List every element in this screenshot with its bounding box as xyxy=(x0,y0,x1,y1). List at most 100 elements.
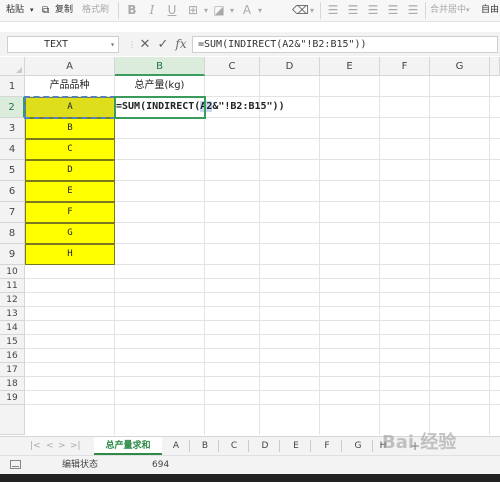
gridline xyxy=(25,404,500,405)
formula-input[interactable]: =SUM(INDIRECT(A2&"!B2:B15")) xyxy=(192,36,498,53)
row-header-16[interactable]: 16 xyxy=(0,349,25,363)
cell-b1[interactable]: 总产量(kg) xyxy=(115,76,204,96)
tab-divider xyxy=(248,440,249,452)
row-header-15[interactable]: 15 xyxy=(0,335,25,349)
sheet-tab-b[interactable]: B xyxy=(194,437,216,455)
sheet-tab-total[interactable]: 总产量求和 xyxy=(94,437,162,455)
wrap-text-button[interactable]: 自由 xyxy=(481,2,499,19)
align-right-icon[interactable]: ☰ xyxy=(366,2,380,19)
prev-sheet-icon[interactable]: < xyxy=(46,437,54,455)
row-header-6[interactable]: 6 xyxy=(0,181,25,202)
row-header-13[interactable]: 13 xyxy=(0,307,25,321)
row-header-4[interactable]: 4 xyxy=(0,139,25,160)
cell-a6[interactable]: E xyxy=(25,181,115,202)
gridline xyxy=(319,76,320,435)
align-center-icon[interactable]: ☰ xyxy=(346,2,360,19)
border-icon[interactable]: ⊞ xyxy=(186,2,200,19)
font-color-icon[interactable]: A xyxy=(240,2,254,19)
chevron-down-icon[interactable]: ▾ xyxy=(256,2,264,19)
name-box[interactable]: TEXT ▾ xyxy=(7,36,119,53)
copy-button[interactable]: 复制 xyxy=(55,2,73,19)
merge-center-button[interactable]: 合并居中 xyxy=(430,2,466,19)
chevron-down-icon[interactable]: ▾ xyxy=(30,2,34,19)
column-header-b[interactable]: B xyxy=(115,57,205,76)
cell-a8[interactable]: G xyxy=(25,223,115,244)
row-header-1[interactable]: 1 xyxy=(0,76,25,97)
tab-divider xyxy=(279,440,280,452)
column-header-g[interactable]: G xyxy=(430,57,490,76)
sheet-tab-g[interactable]: G xyxy=(347,437,369,455)
next-sheet-icon[interactable]: > xyxy=(58,437,66,455)
cell-a4[interactable]: C xyxy=(25,139,115,160)
row-header-5[interactable]: 5 xyxy=(0,160,25,181)
cell-a7[interactable]: F xyxy=(25,202,115,223)
cell-a9[interactable]: H xyxy=(25,244,115,265)
distributed-icon[interactable]: ☰ xyxy=(406,2,420,19)
select-all-corner[interactable] xyxy=(0,57,25,76)
row-header-9[interactable]: 9 xyxy=(0,244,25,265)
column-header-e[interactable]: E xyxy=(320,57,380,76)
gridline xyxy=(25,278,500,279)
column-header-h[interactable] xyxy=(490,57,500,76)
sheet-tab-e[interactable]: E xyxy=(285,437,307,455)
drag-handle-icon[interactable]: ⋮ xyxy=(128,36,136,53)
status-bar: 编辑状态 694 xyxy=(0,455,500,474)
gridline xyxy=(25,390,500,391)
row-header-17[interactable]: 17 xyxy=(0,363,25,377)
sheet-tab-d[interactable]: D xyxy=(254,437,276,455)
gridline xyxy=(25,362,500,363)
gridline xyxy=(429,76,430,435)
row-header-18[interactable]: 18 xyxy=(0,377,25,391)
row-header-14[interactable]: 14 xyxy=(0,321,25,335)
macro-record-icon[interactable] xyxy=(10,460,21,469)
spreadsheet-grid: A B C D E F G 1 2 3 4 5 6 7 8 9 10 11 12… xyxy=(0,57,500,435)
paste-button[interactable]: 粘贴 xyxy=(6,2,24,19)
chevron-down-icon[interactable]: ▾ xyxy=(228,2,236,19)
sheet-tab-f[interactable]: F xyxy=(316,437,338,455)
cell-a1[interactable]: 产品品种 xyxy=(25,76,114,96)
chevron-down-icon[interactable]: ▾ xyxy=(110,37,115,52)
enter-icon[interactable]: ✓ xyxy=(156,36,170,53)
fill-color-icon[interactable]: ◪ xyxy=(212,2,226,19)
first-sheet-icon[interactable]: |< xyxy=(30,437,41,455)
toolbar-divider xyxy=(118,2,119,19)
clear-format-icon[interactable]: ⌫ xyxy=(292,2,309,19)
row-header-12[interactable]: 12 xyxy=(0,293,25,307)
gridline xyxy=(259,76,260,435)
insert-function-icon[interactable]: fx xyxy=(173,36,189,53)
cell-a5[interactable]: D xyxy=(25,160,115,181)
row-header-3[interactable]: 3 xyxy=(0,118,25,139)
status-value: 694 xyxy=(152,460,170,470)
row-header-2[interactable]: 2 xyxy=(0,97,25,118)
bold-button[interactable]: B xyxy=(126,2,138,19)
toolbar-divider xyxy=(320,2,321,19)
gridline xyxy=(379,76,380,435)
copy-icon[interactable]: ⧉ xyxy=(42,2,49,19)
italic-button[interactable]: I xyxy=(146,2,158,19)
cancel-icon[interactable]: ✕ xyxy=(138,36,152,53)
column-header-f[interactable]: F xyxy=(380,57,430,76)
chevron-down-icon[interactable]: ▾ xyxy=(202,2,210,19)
underline-button[interactable]: U xyxy=(166,2,178,19)
sheet-tab-a[interactable]: A xyxy=(165,437,187,455)
row-header-8[interactable]: 8 xyxy=(0,223,25,244)
formula-rest-text: &"!B2:B15")) xyxy=(212,101,285,112)
column-header-d[interactable]: D xyxy=(260,57,320,76)
chevron-down-icon[interactable]: ▾ xyxy=(308,2,316,19)
format-painter-button[interactable]: 格式刷 xyxy=(82,2,109,19)
justify-icon[interactable]: ☰ xyxy=(386,2,400,19)
align-left-icon[interactable]: ☰ xyxy=(326,2,340,19)
gridline xyxy=(25,306,500,307)
row-header-7[interactable]: 7 xyxy=(0,202,25,223)
sheet-tab-c[interactable]: C xyxy=(223,437,245,455)
row-header-19[interactable]: 19 xyxy=(0,391,25,405)
gridline xyxy=(204,76,205,435)
column-header-a[interactable]: A xyxy=(25,57,115,76)
chevron-down-icon[interactable]: ▾ xyxy=(466,2,470,19)
row-header-10[interactable]: 10 xyxy=(0,265,25,279)
column-header-c[interactable]: C xyxy=(205,57,260,76)
watermark-logo: Bai 经验 xyxy=(382,432,457,453)
last-sheet-icon[interactable]: >| xyxy=(70,437,81,455)
cell-a3[interactable]: B xyxy=(25,118,115,139)
row-header-11[interactable]: 11 xyxy=(0,279,25,293)
